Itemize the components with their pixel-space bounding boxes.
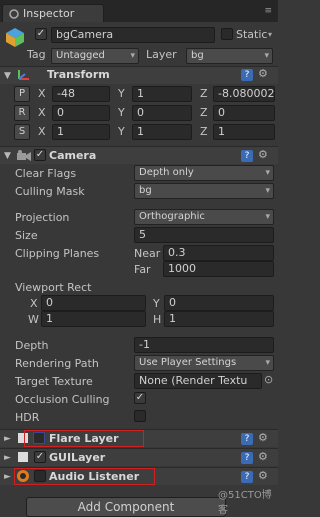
axis-z-label: Z (200, 87, 208, 100)
layer-label: Layer (146, 48, 177, 61)
gear-icon[interactable]: ⚙ (258, 67, 268, 80)
projection-dropdown[interactable]: Orthographic (134, 209, 274, 225)
help-icon[interactable]: ? (241, 69, 253, 81)
axis-y-label: Y (118, 125, 125, 138)
camera-title: Camera (49, 149, 97, 162)
position-y-input[interactable]: 1 (132, 86, 192, 102)
near-label: Near (134, 247, 161, 260)
depth-input[interactable]: -1 (134, 337, 274, 353)
camera-icon (16, 149, 32, 163)
flare-layer-title: Flare Layer (49, 432, 119, 445)
viewport-x-input[interactable]: 0 (41, 295, 146, 311)
tag-dropdown[interactable]: Untagged (51, 48, 139, 64)
active-checkbox[interactable]: ✓ (35, 28, 47, 40)
clear-flags-label: Clear Flags (15, 167, 77, 180)
rotation-button[interactable]: R (14, 105, 30, 121)
projection-label: Projection (15, 211, 70, 224)
camera-enabled-checkbox[interactable]: ✓ (34, 149, 46, 161)
axis-y-label: Y (118, 106, 125, 119)
watermark: @51CTO博客 (218, 490, 272, 516)
axis-x-label: X (38, 106, 46, 119)
rotation-z-input[interactable]: 0 (213, 105, 275, 121)
viewport-w-input[interactable]: 1 (41, 311, 146, 327)
viewport-y-input[interactable]: 0 (164, 295, 274, 311)
help-icon[interactable]: ? (241, 452, 253, 464)
static-dropdown-arrow[interactable]: ▾ (268, 30, 272, 39)
static-label: Static (236, 28, 268, 41)
gui-layer-checkbox[interactable]: ✓ (34, 451, 46, 463)
fold-arrow-icon[interactable]: ► (4, 453, 11, 463)
position-x-input[interactable]: -48 (52, 86, 110, 102)
gui-layer-icon (18, 452, 28, 462)
scale-z-input[interactable]: 1 (213, 124, 275, 140)
help-icon[interactable]: ? (241, 471, 253, 483)
axis-x-label: X (38, 125, 46, 138)
scale-x-input[interactable]: 1 (52, 124, 110, 140)
help-icon[interactable]: ? (241, 433, 253, 445)
near-input[interactable]: 0.3 (163, 245, 274, 261)
axis-h-label: H (153, 313, 162, 326)
add-component-button[interactable]: Add Component (26, 497, 226, 517)
axis-x-label: X (38, 87, 46, 100)
flare-layer-checkbox[interactable] (33, 432, 45, 444)
target-texture-field[interactable]: None (Render Textu (134, 373, 262, 389)
fold-arrow-icon[interactable]: ► (4, 434, 11, 444)
far-label: Far (134, 263, 151, 276)
gear-icon[interactable]: ⚙ (258, 450, 268, 463)
culling-mask-label: Culling Mask (15, 185, 85, 198)
far-input[interactable]: 1000 (163, 261, 274, 277)
size-label: Size (15, 229, 38, 242)
menu-icon[interactable]: ≡ (264, 6, 272, 16)
inspector-icon (9, 9, 19, 19)
object-picker-icon[interactable]: ⊙ (264, 373, 273, 386)
size-input[interactable]: 5 (134, 227, 274, 243)
fold-arrow-icon[interactable]: ▼ (4, 71, 11, 81)
object-name-input[interactable]: bgCamera (51, 27, 215, 43)
tag-label: Tag (27, 48, 46, 61)
tab-label: Inspector (23, 7, 75, 20)
clear-flags-dropdown[interactable]: Depth only (134, 165, 274, 181)
rotation-y-input[interactable]: 0 (132, 105, 192, 121)
culling-mask-dropdown[interactable]: bg (134, 183, 274, 199)
viewport-h-input[interactable]: 1 (164, 311, 274, 327)
occlusion-culling-label: Occlusion Culling (15, 393, 110, 406)
gear-icon[interactable]: ⚙ (258, 148, 268, 161)
target-texture-label: Target Texture (15, 375, 93, 388)
viewport-rect-label: Viewport Rect (15, 281, 92, 294)
rotation-x-input[interactable]: 0 (52, 105, 110, 121)
gameobject-icon (4, 26, 26, 48)
axis-z-label: Z (200, 106, 208, 119)
gear-icon[interactable]: ⚙ (258, 469, 268, 482)
axis-y-label: Y (118, 87, 125, 100)
position-z-input[interactable]: -8.080002 (213, 86, 275, 102)
position-button[interactable]: P (14, 86, 30, 102)
rendering-path-dropdown[interactable]: Use Player Settings (134, 355, 274, 371)
scale-y-input[interactable]: 1 (132, 124, 192, 140)
axis-y-label: Y (153, 297, 160, 310)
help-icon[interactable]: ? (241, 150, 253, 162)
scale-button[interactable]: S (14, 124, 30, 140)
fold-arrow-icon[interactable]: ► (4, 472, 11, 482)
rendering-path-label: Rendering Path (15, 357, 99, 370)
gear-icon[interactable]: ⚙ (258, 431, 268, 444)
occlusion-culling-checkbox[interactable]: ✓ (134, 392, 146, 404)
hdr-label: HDR (15, 411, 40, 424)
depth-label: Depth (15, 339, 49, 352)
layer-dropdown[interactable]: bg (186, 48, 273, 64)
static-checkbox[interactable] (221, 28, 233, 40)
transform-title: Transform (47, 68, 110, 81)
fold-arrow-icon[interactable]: ▼ (4, 151, 11, 161)
hdr-checkbox[interactable] (134, 410, 146, 422)
axis-z-label: Z (200, 125, 208, 138)
gui-layer-title: GUILayer (49, 451, 106, 464)
transform-icon (16, 68, 32, 82)
tab-inspector[interactable]: Inspector (2, 4, 104, 22)
clipping-planes-label: Clipping Planes (15, 247, 100, 260)
axis-w-label: W (28, 313, 39, 326)
transform-header[interactable] (0, 66, 278, 84)
audio-listener-checkbox[interactable] (34, 470, 46, 482)
axis-x-label: X (30, 297, 38, 310)
audio-listener-title: Audio Listener (49, 470, 140, 483)
